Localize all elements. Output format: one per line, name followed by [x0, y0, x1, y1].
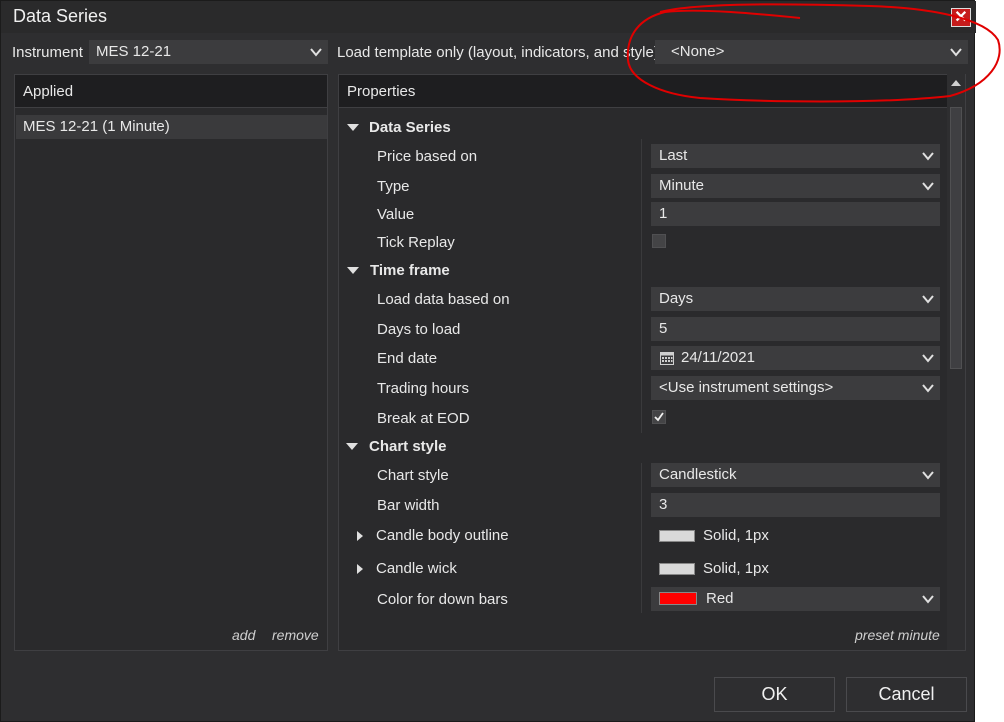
break-at-eod-checkbox[interactable] — [652, 410, 666, 424]
price-based-on-select[interactable]: Last — [651, 144, 940, 168]
chart-style-select[interactable]: Candlestick — [651, 463, 940, 487]
scrollbar-thumb[interactable] — [950, 107, 962, 369]
template-selector[interactable]: <None> — [655, 40, 968, 64]
preset-link[interactable]: preset minute — [855, 627, 940, 643]
candle-wick-swatch[interactable] — [659, 563, 695, 575]
trading-hours-select[interactable]: <Use instrument settings> — [651, 376, 940, 400]
end-date-value: 24/11/2021 — [681, 349, 755, 366]
collapse-arrow-icon[interactable] — [347, 124, 359, 131]
end-date-label: End date — [377, 350, 438, 367]
chevron-down-icon — [950, 48, 962, 57]
type-label: Type — [377, 178, 410, 195]
instrument-value: MES 12-21 — [96, 43, 172, 60]
checkmark-icon — [654, 412, 664, 422]
candle-body-outline-value[interactable]: Solid, 1px — [703, 527, 769, 544]
tick-replay-label: Tick Replay — [377, 234, 455, 251]
type-value: Minute — [659, 177, 705, 194]
close-button[interactable]: ✕ — [951, 8, 971, 27]
scroll-up-icon[interactable] — [950, 78, 962, 88]
cancel-button[interactable]: Cancel — [846, 677, 967, 712]
add-link[interactable]: add — [232, 627, 255, 643]
down-bars-color-swatch — [659, 592, 697, 605]
break-at-eod-label: Break at EOD — [377, 410, 470, 427]
collapse-arrow-icon[interactable] — [346, 443, 358, 450]
load-data-based-on-value: Days — [659, 290, 694, 307]
days-to-load-label: Days to load — [377, 321, 461, 338]
applied-panel: Applied MES 12-21 (1 Minute) add remove — [14, 74, 328, 651]
tick-replay-checkbox[interactable] — [652, 234, 666, 248]
ok-button[interactable]: OK — [714, 677, 835, 712]
end-date-picker[interactable]: 24/11/2021 — [651, 346, 940, 370]
value-input[interactable]: 1 — [651, 202, 940, 226]
background-outside — [975, 0, 1004, 722]
color-for-down-bars-select[interactable]: Red — [651, 587, 940, 611]
chart-style-label: Chart style — [377, 467, 449, 484]
instrument-selector[interactable]: MES 12-21 — [89, 40, 328, 64]
bar-width-input[interactable]: 3 — [651, 493, 940, 517]
bar-width-label: Bar width — [377, 497, 440, 514]
chart-style-value: Candlestick — [659, 466, 737, 483]
dialog-title: Data Series — [13, 6, 108, 26]
section-data-series: Data Series — [369, 119, 451, 136]
section-time-frame: Time frame — [370, 262, 450, 279]
data-series-dialog: Data Series ✕ Instrument MES 12-21 Load … — [0, 0, 976, 722]
candle-body-outline-swatch[interactable] — [659, 530, 695, 542]
candle-wick-label: Candle wick — [376, 560, 457, 577]
expand-arrow-icon[interactable] — [357, 531, 363, 541]
applied-header: Applied — [15, 75, 327, 108]
load-data-based-on-select[interactable]: Days — [651, 287, 940, 311]
trading-hours-label: Trading hours — [377, 380, 469, 397]
color-for-down-bars-label: Color for down bars — [377, 591, 508, 608]
chevron-down-icon — [922, 152, 934, 161]
color-for-down-bars-value: Red — [706, 590, 734, 607]
remove-link[interactable]: remove — [272, 627, 319, 643]
properties-scrollbar[interactable] — [947, 74, 965, 650]
title-bar: Data Series ✕ — [1, 1, 976, 33]
candle-body-outline-label: Candle body outline — [376, 527, 509, 544]
chevron-down-icon — [310, 48, 322, 57]
properties-header: Properties — [339, 75, 965, 108]
collapse-arrow-icon[interactable] — [347, 267, 359, 274]
instrument-label: Instrument — [12, 44, 83, 61]
chevron-down-icon — [922, 295, 934, 304]
chevron-down-icon — [922, 182, 934, 191]
template-value: <None> — [671, 43, 725, 60]
template-label: Load template only (layout, indicators, … — [337, 44, 659, 61]
chevron-down-icon — [922, 471, 934, 480]
close-icon: ✕ — [954, 9, 968, 26]
price-based-on-label: Price based on — [377, 148, 478, 165]
calendar-icon — [660, 352, 674, 365]
load-data-based-on-label: Load data based on — [377, 291, 510, 308]
expand-arrow-icon[interactable] — [357, 564, 363, 574]
price-based-on-value: Last — [659, 147, 688, 164]
column-divider — [641, 139, 642, 433]
type-select[interactable]: Minute — [651, 174, 940, 198]
section-chart-style: Chart style — [369, 438, 447, 455]
column-divider — [641, 463, 642, 613]
chevron-down-icon — [922, 595, 934, 604]
chevron-down-icon — [922, 384, 934, 393]
applied-list-item[interactable]: MES 12-21 (1 Minute) — [16, 115, 327, 139]
trading-hours-value: <Use instrument settings> — [659, 379, 834, 396]
value-label: Value — [377, 206, 415, 223]
chevron-down-icon — [922, 354, 934, 363]
candle-wick-value[interactable]: Solid, 1px — [703, 560, 769, 577]
days-to-load-input[interactable]: 5 — [651, 317, 940, 341]
